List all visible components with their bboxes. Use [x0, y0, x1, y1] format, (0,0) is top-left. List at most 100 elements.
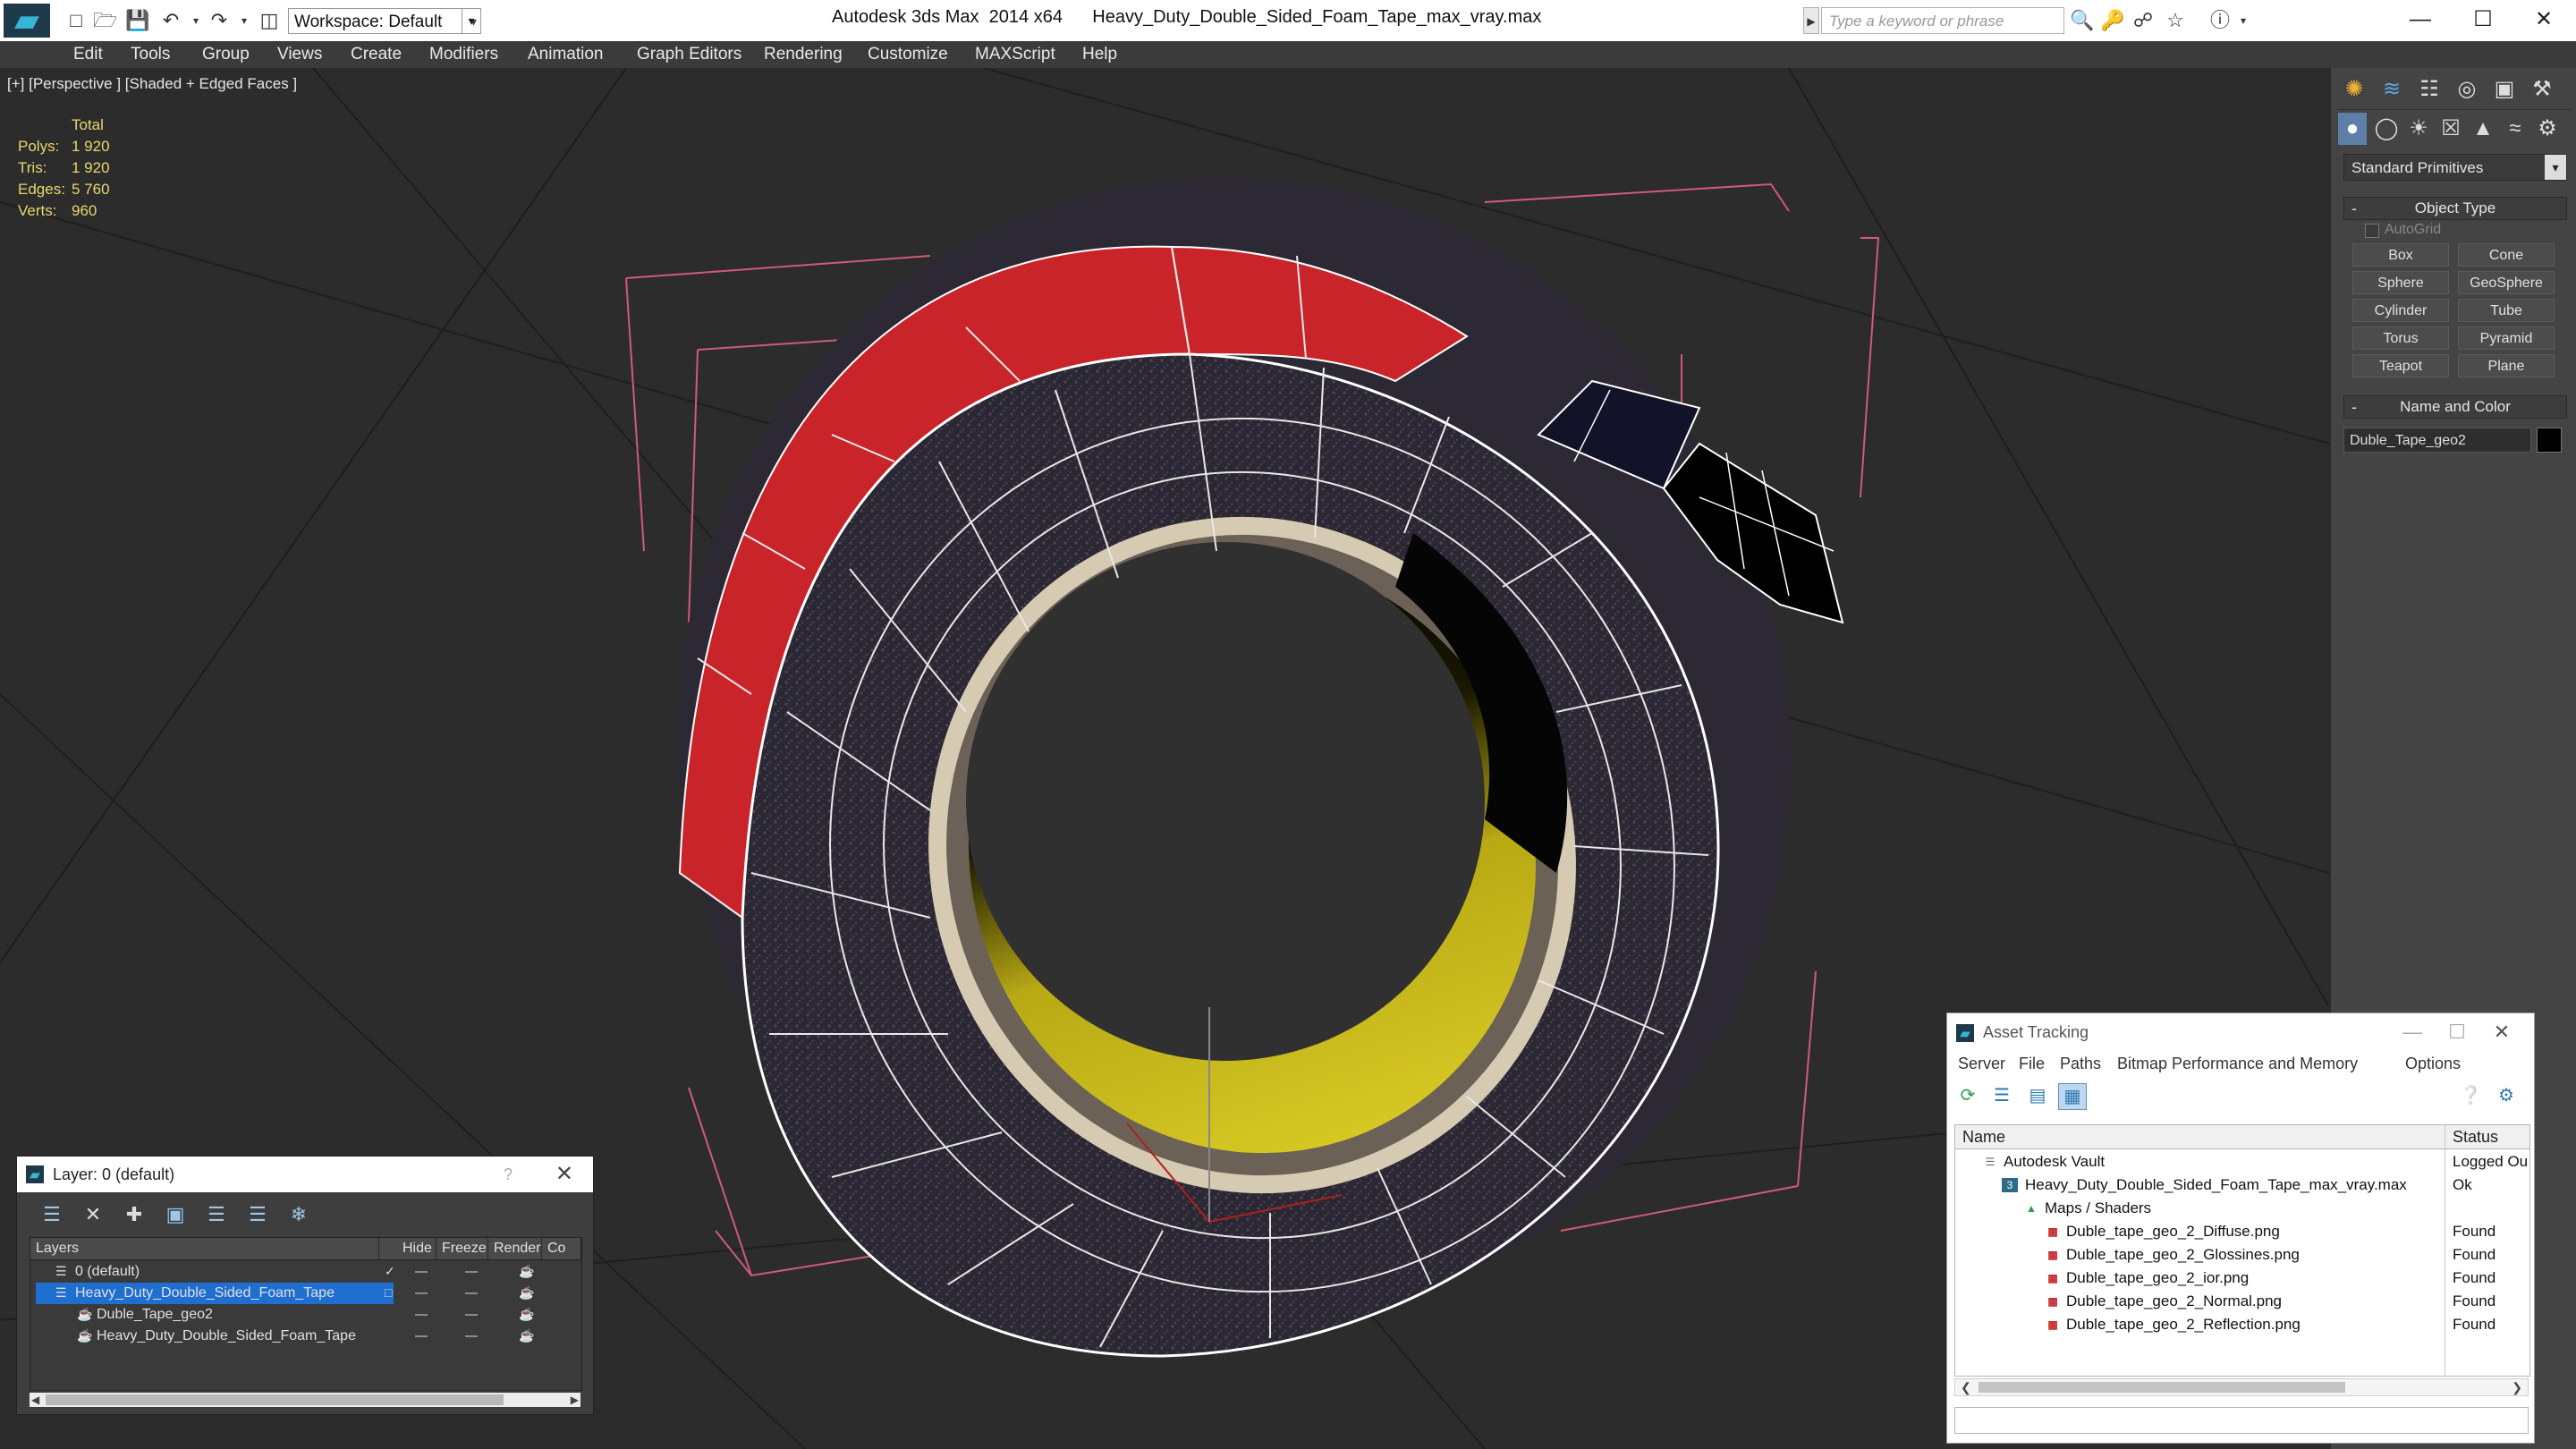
- column-color[interactable]: Co: [542, 1238, 581, 1259]
- delete-layer-icon[interactable]: ✕: [76, 1199, 110, 1230]
- scroll-left-icon[interactable]: ❮: [1961, 1379, 1971, 1395]
- freeze-all-layers-icon[interactable]: ❄: [282, 1199, 316, 1230]
- menu-group[interactable]: Group: [202, 41, 250, 68]
- refresh-icon[interactable]: ⟳: [1954, 1083, 1981, 1108]
- menu-tools[interactable]: Tools: [131, 41, 170, 68]
- menu-server[interactable]: Server: [1958, 1051, 2005, 1076]
- minimize-button[interactable]: —: [2394, 1013, 2430, 1051]
- column-name[interactable]: Name: [1955, 1125, 2445, 1148]
- scroll-right-icon[interactable]: ❯: [2512, 1379, 2522, 1395]
- undo-icon[interactable]: ↶: [159, 9, 182, 32]
- create-tab-icon[interactable]: ✺: [2338, 73, 2370, 106]
- motion-tab-icon[interactable]: ◎: [2451, 73, 2483, 106]
- layer-window-titlebar[interactable]: ▰ Layer: 0 (default) ? ✕: [17, 1157, 593, 1192]
- helpers-icon[interactable]: ▲: [2467, 113, 2499, 145]
- redo-icon[interactable]: ↷: [208, 9, 231, 32]
- help-icon[interactable]: ⓘ: [2207, 9, 2233, 32]
- maximize-button[interactable]: ☐: [2439, 1013, 2475, 1051]
- lights-icon[interactable]: ☀: [2402, 113, 2435, 145]
- plane-button[interactable]: Plane: [2458, 354, 2555, 377]
- render-teapot-icon[interactable]: ☕: [519, 1306, 534, 1322]
- asset-row[interactable]: ☰ Autodesk Vault Logged Ou: [1955, 1150, 2529, 1174]
- menu-create[interactable]: Create: [351, 41, 402, 68]
- layer-row[interactable]: ☕ Duble_Tape_geo2 ☕: [30, 1304, 581, 1326]
- scroll-thumb[interactable]: [46, 1394, 504, 1405]
- menu-graph-editors[interactable]: Graph Editors: [637, 41, 741, 68]
- hide-toggle[interactable]: [415, 1335, 428, 1337]
- geometry-icon[interactable]: ●: [2338, 113, 2367, 145]
- detail-view-icon[interactable]: ▤: [2024, 1083, 2051, 1108]
- autogrid-checkbox[interactable]: [2365, 224, 2379, 238]
- render-teapot-icon[interactable]: ☕: [519, 1327, 534, 1343]
- layer-row[interactable]: ☰ 0 (default) ✓ ☕: [30, 1261, 581, 1283]
- space-warps-icon[interactable]: ≈: [2499, 113, 2531, 145]
- object-type-rollout[interactable]: - Object Type: [2343, 197, 2567, 220]
- object-color-swatch[interactable]: [2537, 428, 2562, 453]
- active-check-icon[interactable]: ✓: [385, 1263, 399, 1279]
- maximize-button[interactable]: ☐: [2456, 4, 2510, 36]
- menu-modifiers[interactable]: Modifiers: [429, 41, 498, 68]
- add-to-layer-icon[interactable]: ✚: [117, 1199, 151, 1230]
- hide-all-layers-icon[interactable]: ☰: [241, 1199, 275, 1230]
- freeze-toggle[interactable]: [465, 1292, 478, 1294]
- asset-row[interactable]: ▲ Maps / Shaders: [1955, 1197, 2529, 1220]
- horizontal-scrollbar[interactable]: ❮ ❯: [1954, 1378, 2529, 1396]
- cylinder-button[interactable]: Cylinder: [2352, 299, 2449, 322]
- communication-center-icon[interactable]: ☍: [2131, 9, 2156, 32]
- open-file-icon[interactable]: 🗁: [93, 9, 117, 32]
- hide-toggle[interactable]: [415, 1292, 428, 1294]
- asset-tracking-titlebar[interactable]: ▰ Asset Tracking — ☐ ✕: [1947, 1013, 2534, 1051]
- help-dropdown-icon[interactable]: ▾: [2231, 9, 2256, 32]
- geosphere-button[interactable]: GeoSphere: [2458, 271, 2555, 294]
- close-button[interactable]: ✕: [555, 1157, 573, 1192]
- asset-row[interactable]: ▩ Duble_tape_geo_2_ior.png Found: [1955, 1267, 2529, 1290]
- search-expand-icon[interactable]: ▶: [1803, 7, 1819, 34]
- hide-toggle[interactable]: [415, 1314, 428, 1316]
- search-input[interactable]: Type a keyword or phrase: [1821, 7, 2064, 34]
- column-hide[interactable]: Hide: [397, 1238, 436, 1259]
- asset-row[interactable]: ▩ Duble_tape_geo_2_Glossines.png Found: [1955, 1243, 2529, 1267]
- scroll-thumb[interactable]: [1979, 1382, 2345, 1393]
- new-file-icon[interactable]: □: [64, 9, 88, 32]
- asset-row[interactable]: ▩ Duble_tape_geo_2_Normal.png Found: [1955, 1290, 2529, 1313]
- create-layer-icon[interactable]: ☰: [35, 1199, 69, 1230]
- workspace-dropdown[interactable]: Workspace: Default ▾: [288, 8, 481, 34]
- menu-edit[interactable]: Edit: [73, 41, 103, 68]
- menu-bitmap-performance[interactable]: Bitmap Performance and Memory: [2117, 1051, 2358, 1076]
- primitive-type-dropdown[interactable]: Standard Primitives ▾: [2343, 154, 2567, 181]
- asset-row[interactable]: ▩ Duble_tape_geo_2_Reflection.png Found: [1955, 1313, 2529, 1336]
- select-objects-icon[interactable]: ▣: [158, 1199, 192, 1230]
- binoculars-icon[interactable]: 🔍: [2070, 9, 2095, 32]
- shapes-icon[interactable]: ◯: [2370, 113, 2402, 145]
- menu-rendering[interactable]: Rendering: [764, 41, 843, 68]
- app-logo-icon[interactable]: ▰: [4, 4, 50, 38]
- workspace-menu-icon[interactable]: ▾: [462, 8, 480, 34]
- menu-help[interactable]: Help: [1082, 41, 1117, 68]
- project-folder-icon[interactable]: ◫: [258, 9, 281, 32]
- menu-customize[interactable]: Customize: [868, 41, 948, 68]
- column-status[interactable]: Status: [2445, 1125, 2529, 1148]
- highlight-layer-icon[interactable]: ☰: [199, 1199, 233, 1230]
- close-button[interactable]: ✕: [2484, 1013, 2520, 1051]
- freeze-toggle[interactable]: [465, 1314, 478, 1316]
- render-teapot-icon[interactable]: ☕: [519, 1263, 534, 1279]
- freeze-toggle[interactable]: [465, 1335, 478, 1337]
- object-name-input[interactable]: Duble_Tape_geo2: [2343, 428, 2531, 453]
- favorites-star-icon[interactable]: ☆: [2163, 9, 2188, 32]
- utilities-tab-icon[interactable]: ⚒: [2526, 73, 2558, 106]
- layer-row-selected[interactable]: ☰ Heavy_Duty_Double_Sided_Foam_Tape □ ☕: [30, 1283, 581, 1304]
- menu-views[interactable]: Views: [277, 41, 322, 68]
- settings-icon[interactable]: ⚙: [2493, 1083, 2520, 1108]
- asset-row[interactable]: ▩ Duble_tape_geo_2_Diffuse.png Found: [1955, 1220, 2529, 1243]
- menu-options[interactable]: Options: [2405, 1051, 2461, 1076]
- hierarchy-tab-icon[interactable]: ☷: [2413, 73, 2445, 106]
- cameras-icon[interactable]: ☒: [2435, 113, 2467, 145]
- systems-icon[interactable]: ⚙: [2531, 113, 2563, 145]
- column-layers[interactable]: Layers: [30, 1238, 379, 1259]
- column-render[interactable]: Render: [488, 1238, 542, 1259]
- display-tab-icon[interactable]: ▣: [2488, 73, 2521, 106]
- help-button[interactable]: ?: [504, 1157, 513, 1192]
- close-button[interactable]: ✕: [2517, 4, 2571, 36]
- column-freeze[interactable]: Freeze: [436, 1238, 488, 1259]
- modify-tab-icon[interactable]: ≋: [2376, 73, 2408, 106]
